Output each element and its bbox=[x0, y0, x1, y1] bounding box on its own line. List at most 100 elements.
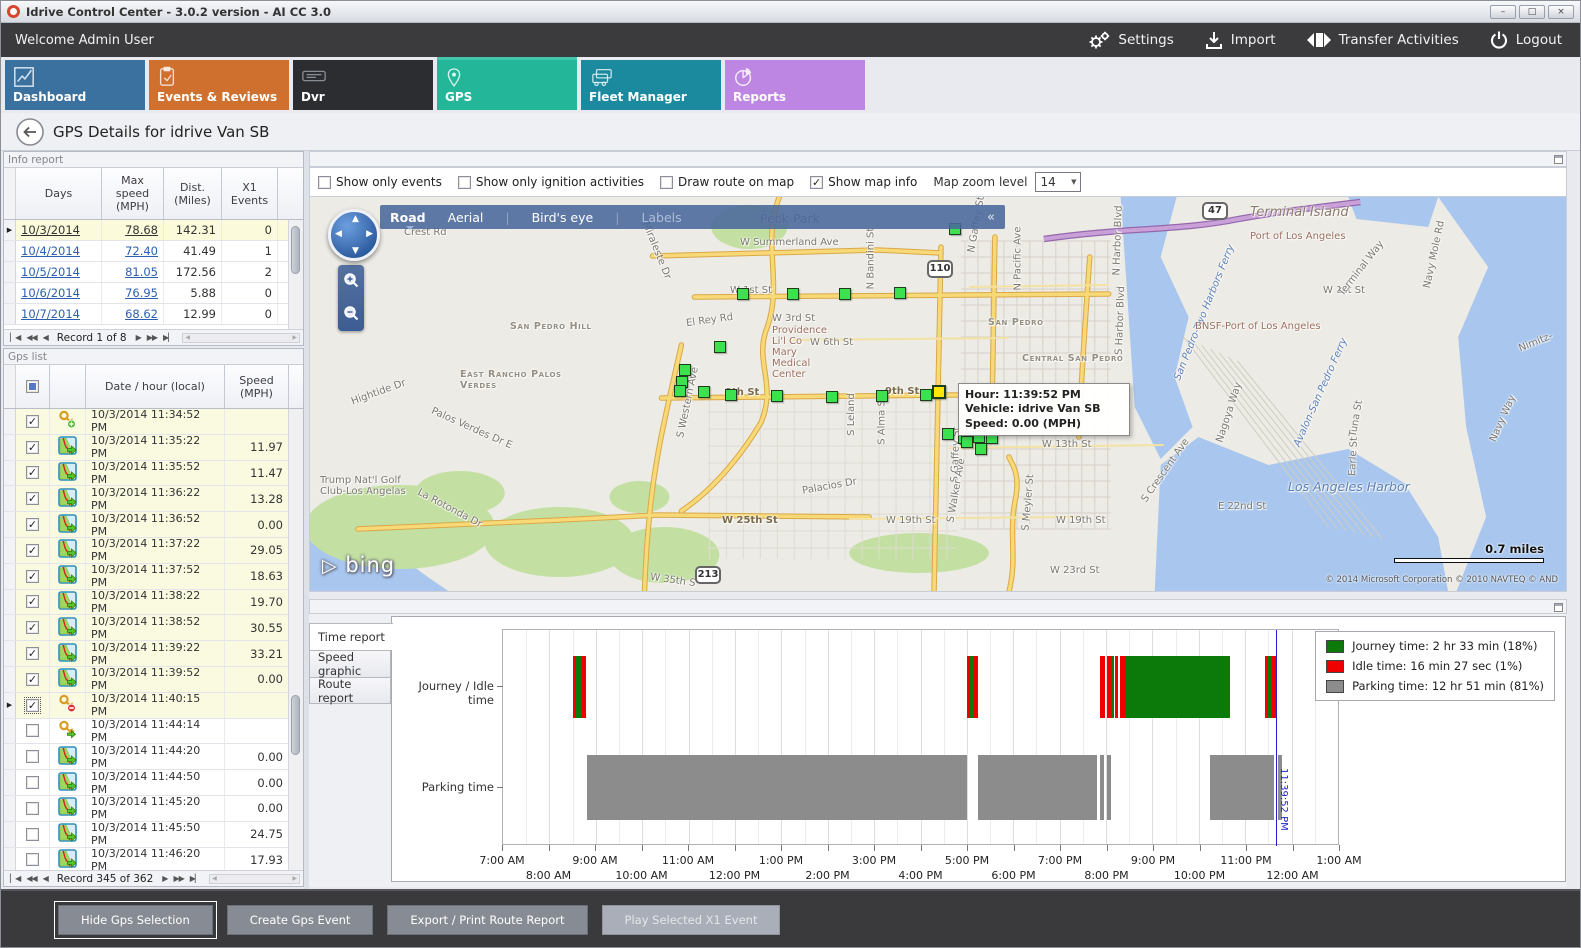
row-checkbox[interactable]: ✓ bbox=[26, 699, 39, 712]
table-row[interactable]: ▶10/3/201478.68142.310 bbox=[4, 220, 303, 241]
map-option-draw-route-on-map[interactable]: Draw route on map bbox=[660, 175, 794, 189]
max-speed-link[interactable]: 72.40 bbox=[125, 244, 158, 258]
import-button[interactable]: Import bbox=[1204, 30, 1276, 50]
table-row[interactable]: 10/6/201476.955.880 bbox=[4, 283, 303, 304]
pager-prev-icon[interactable]: ◀◀ bbox=[26, 874, 36, 883]
gps-marker[interactable] bbox=[826, 391, 838, 403]
map-option-show-map-info[interactable]: ✓Show map info bbox=[810, 175, 917, 189]
map-zoom-level-select[interactable]: 14▼ bbox=[1035, 172, 1081, 192]
row-checkbox[interactable]: ✓ bbox=[26, 492, 39, 505]
gps-marker[interactable] bbox=[894, 287, 906, 299]
gps-row[interactable]: ✓10/3/2014 11:36:22 PM13.28 bbox=[4, 486, 303, 512]
minimize-button[interactable]: – bbox=[1490, 5, 1516, 19]
selected-gps-marker[interactable] bbox=[932, 385, 946, 399]
gps-marker[interactable] bbox=[674, 385, 686, 397]
gps-marker[interactable] bbox=[942, 428, 954, 440]
chart-maximize-icon[interactable] bbox=[1554, 603, 1563, 612]
pager-hscrollbar[interactable]: ◀▶ bbox=[209, 874, 300, 884]
map-option-show-only-events[interactable]: Show only events bbox=[318, 175, 442, 189]
gps-row[interactable]: ✓10/3/2014 11:38:22 PM19.70 bbox=[4, 590, 303, 616]
column-header-1[interactable]: Days bbox=[16, 168, 102, 219]
checkbox[interactable] bbox=[318, 176, 331, 189]
tab-dvr[interactable]: Dvr bbox=[293, 60, 433, 110]
map-mode-bird-s-eye[interactable]: Bird's eye bbox=[532, 210, 594, 225]
map-mode-labels[interactable]: Labels bbox=[641, 210, 681, 225]
settings-button[interactable]: Settings bbox=[1087, 30, 1173, 50]
gps-marker[interactable] bbox=[679, 364, 691, 376]
checkbox[interactable] bbox=[458, 176, 471, 189]
select-all-header[interactable] bbox=[16, 365, 50, 408]
select-all-checkbox[interactable] bbox=[26, 380, 39, 393]
gps-row[interactable]: ✓10/3/2014 11:35:22 PM11.97 bbox=[4, 435, 303, 461]
row-checkbox[interactable]: ✓ bbox=[26, 518, 39, 531]
export-print-route-report-button[interactable]: Export / Print Route Report bbox=[387, 905, 587, 935]
gps-marker[interactable] bbox=[787, 288, 799, 300]
chart-tab-speed-graphic[interactable]: Speed graphic bbox=[309, 650, 391, 677]
pager-prev-icon[interactable]: ◀◀ bbox=[26, 333, 36, 342]
gps-marker[interactable] bbox=[725, 389, 737, 401]
tab-dashboard[interactable]: Dashboard bbox=[5, 60, 145, 110]
map-canvas[interactable]: ▲ ▼ ◀ ▶ RoadAerial|Bird's eye|Labels« Ho… bbox=[309, 197, 1567, 592]
pager-next-icon[interactable]: ▶▏ bbox=[190, 874, 200, 883]
row-checkbox[interactable]: ✓ bbox=[26, 441, 39, 454]
gps-marker[interactable] bbox=[698, 386, 710, 398]
column-header-date[interactable]: Date / hour (local) bbox=[86, 365, 225, 408]
column-header-4[interactable]: X1 Events bbox=[222, 168, 278, 219]
map-compass-control[interactable]: ▲ ▼ ◀ ▶ bbox=[328, 209, 380, 261]
row-checkbox[interactable] bbox=[26, 724, 39, 737]
map-zoom-in-icon[interactable] bbox=[342, 271, 360, 293]
row-checkbox[interactable] bbox=[26, 776, 39, 789]
column-header-speed[interactable]: Speed (MPH) bbox=[225, 365, 289, 408]
gps-row[interactable]: ✓10/3/2014 11:39:52 PM0.00 bbox=[4, 667, 303, 693]
row-checkbox[interactable] bbox=[26, 750, 39, 763]
chart-tab-route-report[interactable]: Route report bbox=[309, 677, 391, 704]
row-checkbox[interactable]: ✓ bbox=[26, 621, 39, 634]
table-row[interactable]: 10/5/201481.05172.562 bbox=[4, 262, 303, 283]
transfer-button[interactable]: Transfer Activities bbox=[1306, 30, 1459, 50]
gps-row[interactable]: ✓10/3/2014 11:37:22 PM29.05 bbox=[4, 538, 303, 564]
pager-next-icon[interactable]: ▶▶ bbox=[147, 333, 157, 342]
gps-marker[interactable] bbox=[771, 390, 783, 402]
pager-next-icon[interactable]: ▶▶ bbox=[173, 874, 183, 883]
chart-tab-time-report[interactable]: Time report bbox=[309, 623, 393, 650]
close-button[interactable]: × bbox=[1548, 5, 1574, 19]
max-speed-link[interactable]: 68.62 bbox=[125, 307, 158, 321]
tab-gps[interactable]: GPS bbox=[437, 60, 577, 110]
gps-marker[interactable] bbox=[961, 436, 973, 448]
row-checkbox[interactable]: ✓ bbox=[26, 595, 39, 608]
row-checkbox[interactable] bbox=[26, 828, 39, 841]
pager-next-icon[interactable]: ▶ bbox=[136, 333, 141, 342]
back-button[interactable] bbox=[15, 117, 45, 151]
max-speed-link[interactable]: 81.05 bbox=[125, 265, 158, 279]
day-link[interactable]: 10/3/2014 bbox=[21, 223, 80, 237]
map-maximize-icon[interactable] bbox=[1554, 155, 1563, 164]
column-header-3[interactable]: Dist. (Miles) bbox=[164, 168, 222, 219]
row-checkbox[interactable]: ✓ bbox=[26, 647, 39, 660]
map-mode-road[interactable]: Road bbox=[390, 210, 426, 225]
map-zoom-out-icon[interactable] bbox=[342, 304, 360, 326]
gps-list-scrollbar[interactable] bbox=[288, 409, 303, 870]
create-gps-event-button[interactable]: Create Gps Event bbox=[227, 905, 374, 935]
pager-prev-icon[interactable]: ◀ bbox=[43, 874, 48, 883]
gps-row[interactable]: 10/3/2014 11:45:50 PM24.75 bbox=[4, 822, 303, 848]
checkbox[interactable] bbox=[660, 176, 673, 189]
gps-row[interactable]: ✓10/3/2014 11:36:52 PM0.00 bbox=[4, 512, 303, 538]
checkbox[interactable]: ✓ bbox=[810, 176, 823, 189]
logout-button[interactable]: Logout bbox=[1489, 30, 1562, 50]
gps-marker[interactable] bbox=[975, 443, 987, 455]
day-link[interactable]: 10/7/2014 bbox=[21, 307, 80, 321]
row-checkbox[interactable]: ✓ bbox=[26, 544, 39, 557]
gps-row[interactable]: 10/3/2014 11:44:14 PM bbox=[4, 719, 303, 745]
gps-row[interactable]: ✓10/3/2014 11:39:22 PM33.21 bbox=[4, 641, 303, 667]
map-collapse-icon[interactable]: « bbox=[987, 210, 995, 225]
row-checkbox[interactable] bbox=[26, 853, 39, 866]
pager-prev-icon[interactable]: ▏◀ bbox=[10, 874, 20, 883]
gps-row[interactable]: 10/3/2014 11:46:20 PM17.93 bbox=[4, 848, 303, 870]
table-row[interactable]: 10/7/201468.6212.990 bbox=[4, 304, 303, 325]
row-checkbox[interactable]: ✓ bbox=[26, 466, 39, 479]
pager-prev-icon[interactable]: ◀ bbox=[43, 333, 48, 342]
day-link[interactable]: 10/6/2014 bbox=[21, 286, 80, 300]
map-mode-aerial[interactable]: Aerial bbox=[448, 210, 484, 225]
day-link[interactable]: 10/5/2014 bbox=[21, 265, 80, 279]
pager-prev-icon[interactable]: ▏◀ bbox=[10, 333, 20, 342]
